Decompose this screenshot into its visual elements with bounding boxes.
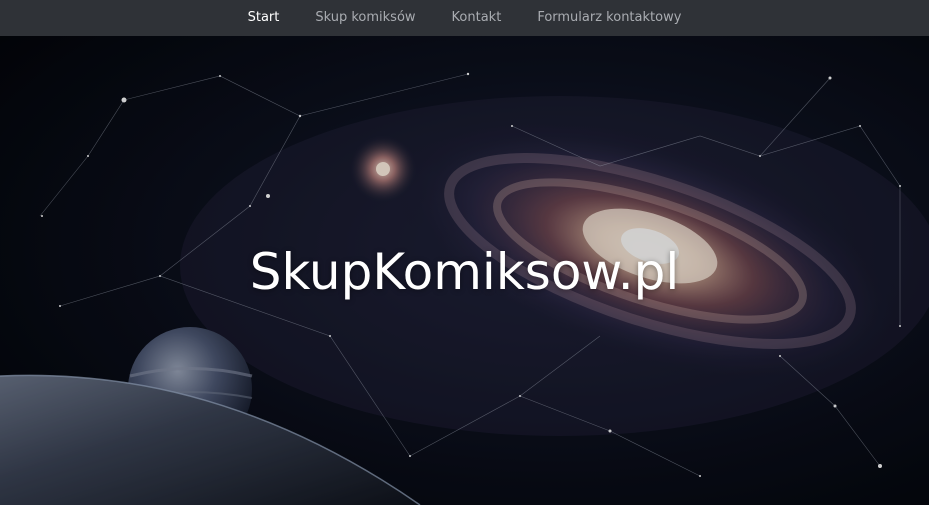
- nav-link-formularz-kontaktowy[interactable]: Formularz kontaktowy: [519, 0, 699, 36]
- top-navbar: Start Skup komiksów Kontakt Formularz ko…: [0, 0, 929, 36]
- nav-link-skup-komiksow[interactable]: Skup komiksów: [297, 0, 433, 36]
- hero-section: SkupKomiksow.pl: [0, 36, 929, 505]
- nav-link-start[interactable]: Start: [230, 0, 298, 36]
- nav-link-kontakt[interactable]: Kontakt: [434, 0, 520, 36]
- hero-title: SkupKomiksow.pl: [249, 243, 680, 301]
- page: Start Skup komiksów Kontakt Formularz ko…: [0, 0, 929, 505]
